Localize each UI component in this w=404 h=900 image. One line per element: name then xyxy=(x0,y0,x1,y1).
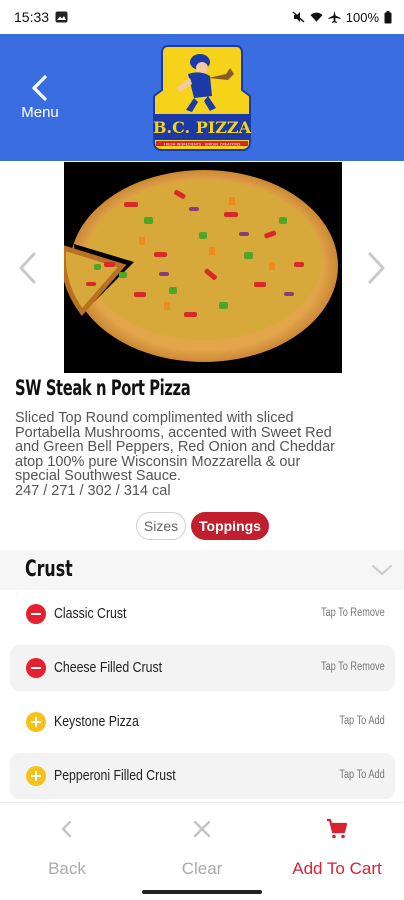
add-icon xyxy=(26,712,46,732)
bottom-action-bar: Back Clear Add To Cart xyxy=(0,802,404,900)
status-bar: 15:33 100% xyxy=(0,0,404,34)
option-label: Cheese Filled Crust xyxy=(54,659,163,676)
tab-sizes[interactable]: Sizes xyxy=(136,512,186,540)
remove-icon xyxy=(26,604,46,624)
shopping-cart-icon xyxy=(327,818,348,839)
add-to-cart-label: Add To Cart xyxy=(292,859,382,878)
chevron-left-icon xyxy=(32,75,47,101)
image-notification-icon xyxy=(55,11,68,23)
back-button-label: Back xyxy=(48,859,86,878)
chevron-left-icon xyxy=(61,820,72,838)
product-description-text: Sliced Top Round complimented with slice… xyxy=(15,410,336,485)
mute-icon xyxy=(292,11,305,23)
option-label: Pepperoni Filled Crust xyxy=(54,767,176,784)
crust-option-classic[interactable]: Classic Crust Tap To Remove xyxy=(10,591,395,637)
remove-icon xyxy=(26,658,46,678)
option-action: Tap To Remove xyxy=(321,661,385,673)
airplane-icon xyxy=(328,11,341,23)
battery-icon xyxy=(384,10,392,23)
clear-button-label: Clear xyxy=(181,859,223,878)
app-header: Menu B.C. PIZZA FRESH INGREDIENTS · UNIQ… xyxy=(0,34,404,161)
tab-toppings[interactable]: Toppings xyxy=(191,512,269,540)
option-label: Keystone Pizza xyxy=(54,713,139,730)
product-image xyxy=(64,162,342,373)
crust-option-cheese-filled[interactable]: Cheese Filled Crust Tap To Remove xyxy=(10,645,395,691)
logo-text: B.C. PIZZA xyxy=(153,118,252,137)
option-action: Tap To Add xyxy=(339,715,385,727)
add-to-cart-button[interactable]: Add To Cart xyxy=(270,813,404,883)
product-description: Sliced Top Round complimented with slice… xyxy=(15,411,345,499)
crust-option-pepperoni-filled[interactable]: Pepperoni Filled Crust Tap To Add xyxy=(10,753,395,799)
next-image-arrow-icon[interactable] xyxy=(362,250,392,286)
crust-option-keystone[interactable]: Keystone Pizza Tap To Add xyxy=(10,699,395,745)
product-calories: 247 / 271 / 302 / 314 cal xyxy=(15,482,171,499)
logo-tagline: FRESH INGREDIENTS · UNIQUE CREATIONS xyxy=(164,143,241,147)
section-title: Crust xyxy=(25,557,73,582)
option-action: Tap To Add xyxy=(339,769,385,781)
previous-image-arrow-icon[interactable] xyxy=(12,250,42,286)
status-time: 15:33 xyxy=(14,9,50,25)
product-title: SW Steak n Port Pizza xyxy=(15,376,191,400)
back-button[interactable]: Back xyxy=(0,813,134,883)
wifi-icon xyxy=(310,12,323,22)
back-label: Menu xyxy=(21,104,59,121)
home-indicator[interactable] xyxy=(142,890,262,894)
pizza-illustration xyxy=(64,170,338,362)
close-icon xyxy=(193,820,211,838)
option-action: Tap To Remove xyxy=(321,607,385,619)
clear-button[interactable]: Clear xyxy=(135,813,269,883)
chevron-down-icon[interactable] xyxy=(370,562,394,578)
option-tabs: Sizes Toppings xyxy=(136,512,269,540)
add-icon xyxy=(26,766,46,786)
option-label: Classic Crust xyxy=(54,605,127,622)
bc-pizza-logo: B.C. PIZZA FRESH INGREDIENTS · UNIQUE CR… xyxy=(153,45,252,151)
crust-section-header[interactable]: Crust xyxy=(0,550,404,590)
battery-level: 100% xyxy=(345,9,379,25)
back-to-menu-button[interactable]: Menu xyxy=(18,74,62,124)
